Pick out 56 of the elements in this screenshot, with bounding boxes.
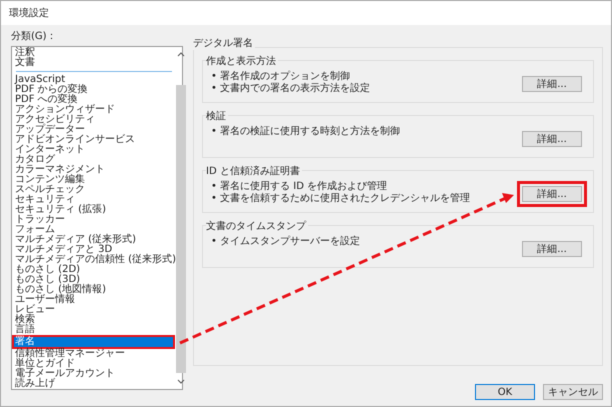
- category-item[interactable]: 文書: [14, 58, 176, 68]
- category-item[interactable]: PDF への変換: [14, 95, 176, 105]
- category-list[interactable]: [11, 46, 183, 390]
- category-item[interactable]: レビュー: [14, 305, 176, 315]
- section-title: 文書のタイムスタンプ: [206, 219, 308, 233]
- ok-button[interactable]: OK: [475, 384, 535, 400]
- section-title: 検証: [206, 109, 228, 123]
- category-item[interactable]: アクションウィザード: [14, 105, 176, 115]
- category-item[interactable]: カラーマネジメント: [14, 165, 176, 175]
- category-item[interactable]: 言語: [14, 325, 176, 335]
- category-item[interactable]: フォーム: [14, 225, 176, 235]
- details-button[interactable]: 詳細...: [522, 241, 582, 257]
- category-item[interactable]: アップデーター: [14, 125, 176, 135]
- category-item[interactable]: スペルチェック: [14, 185, 176, 195]
- category-item[interactable]: ものさし (3D): [14, 275, 176, 285]
- window-title: 環境設定: [9, 6, 49, 20]
- category-item[interactable]: 電子メールアカウント: [14, 369, 176, 379]
- category-item[interactable]: マルチメディアの信頼性 (従来形式): [14, 255, 176, 265]
- bullet-text: • 署名作成のオプションを制御: [211, 71, 352, 82]
- category-item[interactable]: コンテンツ編集: [14, 175, 176, 185]
- scrollbar-thumb[interactable]: [176, 85, 186, 373]
- category-item[interactable]: 信頼性管理マネージャー: [14, 349, 176, 359]
- bullet-text: • 文書内での署名の表示方法を設定: [211, 83, 370, 95]
- group-title: デジタル署名: [193, 36, 255, 50]
- section-title: ID と信頼済み証明書: [206, 164, 302, 178]
- category-item[interactable]: トラッカー: [14, 215, 176, 225]
- category-item[interactable]: マルチメディア (従来形式): [14, 235, 176, 245]
- bullet-text: • タイムスタンプサーバーを設定: [211, 236, 360, 248]
- category-item[interactable]: インターネット: [14, 145, 176, 155]
- category-item[interactable]: 注釈: [14, 48, 176, 58]
- details-button[interactable]: 詳細...: [522, 76, 582, 92]
- scroll-down-icon[interactable]: [176, 379, 185, 385]
- category-item[interactable]: ものさし (地図情報): [14, 285, 176, 295]
- cancel-button[interactable]: キャンセル: [543, 384, 603, 400]
- category-item[interactable]: セキュリティ (拡張): [14, 205, 176, 215]
- category-item[interactable]: 検索: [14, 315, 176, 325]
- bullet-text: • 署名に使用する ID を作成および管理: [211, 181, 388, 192]
- category-item[interactable]: 読み上げ: [14, 379, 176, 389]
- bullet-text: • 文書を信頼するために使用されたクレデンシャルを管理: [211, 193, 470, 205]
- category-item[interactable]: アドビオンラインサービス: [14, 135, 176, 145]
- category-label: 分類(G)：: [11, 30, 58, 43]
- category-item[interactable]: マルチメディアと 3D: [14, 245, 176, 255]
- category-item[interactable]: JavaScript: [14, 75, 176, 85]
- category-item[interactable]: ユーザー情報: [14, 295, 176, 305]
- category-item[interactable]: PDF からの変換: [14, 85, 176, 95]
- category-item[interactable]: 署名: [12, 335, 175, 349]
- category-item[interactable]: アクセシビリティ: [14, 115, 176, 125]
- details-button[interactable]: 詳細...: [522, 186, 582, 202]
- section-title: 作成と表示方法: [206, 54, 278, 68]
- scroll-up-icon[interactable]: [176, 51, 185, 57]
- category-item[interactable]: 単位とガイド: [14, 359, 176, 369]
- details-button[interactable]: 詳細...: [522, 131, 582, 147]
- category-item[interactable]: セキュリティ: [14, 195, 176, 205]
- category-item[interactable]: カタログ: [14, 155, 176, 165]
- bullet-text: • 署名の検証に使用する時刻と方法を制御: [211, 126, 400, 138]
- category-item[interactable]: ものさし (2D): [14, 265, 176, 275]
